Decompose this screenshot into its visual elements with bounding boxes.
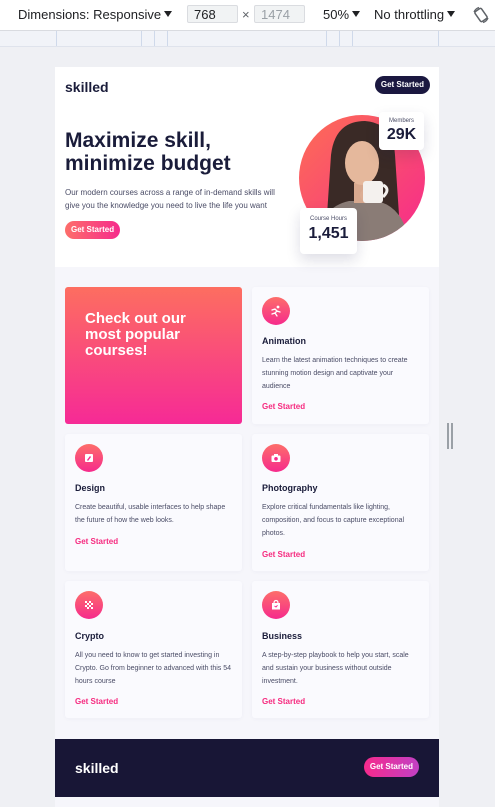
header-get-started-button[interactable]: Get Started bbox=[374, 76, 430, 94]
members-label: Members bbox=[388, 118, 414, 124]
course-card-animation: Animation Learn the latest animation tec… bbox=[252, 287, 429, 424]
business-bag-icon bbox=[272, 599, 280, 610]
site-logo[interactable]: skilled bbox=[65, 79, 109, 95]
business-icon-badge bbox=[262, 591, 290, 619]
course-get-started-link[interactable]: Get Started bbox=[262, 402, 305, 411]
crypto-icon-badge bbox=[75, 591, 103, 619]
promo-title: Check out our most popular courses! bbox=[85, 310, 186, 359]
course-get-started-link[interactable]: Get Started bbox=[75, 697, 118, 706]
crypto-grid-icon bbox=[85, 601, 93, 609]
course-card-photography: Photography Explore critical fundamental… bbox=[252, 434, 429, 571]
course-title: Animation bbox=[262, 336, 306, 346]
ruler-tick bbox=[56, 31, 57, 46]
design-icon-badge bbox=[75, 444, 103, 472]
course-card-business: Business A step-by-step playbook to help… bbox=[252, 581, 429, 718]
hero-section: skilled Get Started Maximize skill, mini… bbox=[55, 67, 439, 267]
course-hours-stat-card: Course Hours 1,451 bbox=[300, 208, 357, 254]
height-input[interactable]: 1474 bbox=[254, 5, 305, 23]
course-title: Crypto bbox=[75, 631, 104, 641]
course-description: Explore critical fundamentals like light… bbox=[262, 504, 405, 537]
animation-icon-badge bbox=[262, 297, 290, 325]
throttling-dropdown[interactable]: No throttling bbox=[374, 7, 456, 22]
course-description: Learn the latest animation techniques to… bbox=[262, 357, 408, 390]
members-stat-card: Members 29K bbox=[379, 112, 424, 150]
course-description: A step-by-step playbook to help you star… bbox=[262, 652, 409, 685]
chevron-down-icon bbox=[447, 11, 456, 17]
media-query-ruler bbox=[0, 31, 495, 47]
animation-runner-icon bbox=[271, 305, 281, 317]
ruler-tick bbox=[438, 31, 439, 46]
course-title: Design bbox=[75, 483, 106, 493]
ruler-tick bbox=[339, 31, 340, 46]
design-pen-icon bbox=[85, 454, 93, 462]
course-card-design: Design Create beautiful, usable interfac… bbox=[65, 434, 242, 571]
course-hours-value: 1,451 bbox=[308, 225, 349, 242]
dimensions-dropdown[interactable]: Dimensions: Responsive bbox=[18, 7, 173, 22]
dimensions-label: Dimensions: Responsive bbox=[18, 7, 162, 22]
ruler-tick bbox=[326, 31, 327, 46]
hero-title: Maximize skill, minimize budget bbox=[65, 129, 231, 175]
zoom-dropdown[interactable]: 50% bbox=[323, 7, 361, 22]
ruler-tick bbox=[141, 31, 142, 46]
chevron-down-icon bbox=[352, 11, 361, 17]
photography-icon-badge bbox=[262, 444, 290, 472]
course-get-started-link[interactable]: Get Started bbox=[75, 537, 118, 546]
members-value: 29K bbox=[386, 126, 417, 143]
ruler-tick bbox=[352, 31, 353, 46]
footer-get-started-button[interactable]: Get Started bbox=[363, 757, 419, 777]
page-frame: skilled Get Started Maximize skill, mini… bbox=[55, 67, 439, 807]
course-get-started-link[interactable]: Get Started bbox=[262, 550, 305, 559]
hero-get-started-button[interactable]: Get Started bbox=[65, 221, 121, 239]
course-description: All you need to know to get started inve… bbox=[75, 652, 232, 685]
ruler-tick bbox=[167, 31, 168, 46]
width-input[interactable]: 768 bbox=[187, 5, 238, 23]
throttling-label: No throttling bbox=[374, 7, 445, 22]
course-hours-label: Course Hours bbox=[309, 216, 347, 222]
photography-camera-icon bbox=[271, 454, 281, 462]
course-card-crypto: Crypto All you need to know to get start… bbox=[65, 581, 242, 718]
ruler-tick bbox=[154, 31, 155, 46]
course-get-started-link[interactable]: Get Started bbox=[262, 697, 305, 706]
chevron-down-icon bbox=[164, 11, 173, 17]
hero-text: Our modern courses across a range of in-… bbox=[65, 188, 275, 210]
devtools-device-toolbar: Dimensions: Responsive 768 × 1474 50% No… bbox=[0, 0, 495, 31]
promo-card: Check out our most popular courses! bbox=[65, 287, 242, 424]
course-description: Create beautiful, usable interfaces to h… bbox=[75, 504, 226, 524]
footer-logo[interactable]: skilled bbox=[75, 760, 119, 776]
viewport-resize-handle[interactable] bbox=[447, 423, 453, 449]
rotate-device-icon[interactable] bbox=[472, 6, 490, 24]
site-footer: skilled Get Started bbox=[55, 739, 439, 797]
course-title: Photography bbox=[262, 483, 318, 493]
zoom-label: 50% bbox=[323, 7, 350, 22]
course-title: Business bbox=[262, 631, 303, 641]
times-separator: × bbox=[242, 7, 250, 22]
